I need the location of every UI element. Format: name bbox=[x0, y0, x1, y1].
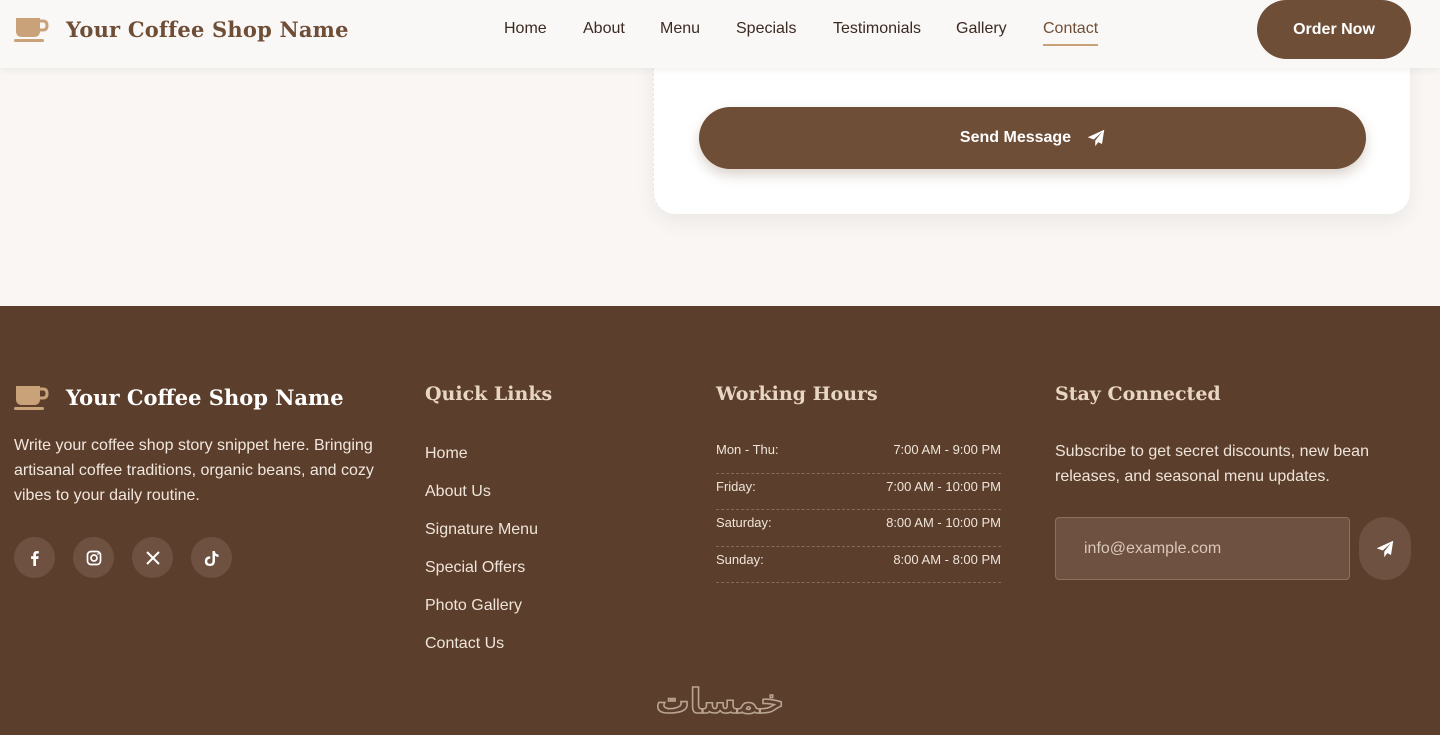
hours-time: 8:00 AM - 10:00 PM bbox=[886, 515, 1001, 530]
footer-link-home[interactable]: Home bbox=[425, 445, 538, 483]
send-message-button[interactable]: Send Message bbox=[699, 107, 1366, 169]
hours-day: Friday: bbox=[716, 478, 756, 494]
facebook-icon bbox=[30, 550, 39, 566]
footer-link-offers[interactable]: Special Offers bbox=[425, 559, 538, 597]
nav-home[interactable]: Home bbox=[504, 19, 547, 39]
site-footer: Your Coffee Shop Name Write your coffee … bbox=[0, 306, 1440, 735]
working-hours-table: Mon - Thu: 7:00 AM - 9:00 PM Friday: 7:0… bbox=[716, 437, 1001, 583]
subscribe-button[interactable] bbox=[1359, 517, 1411, 580]
nav-menu[interactable]: Menu bbox=[660, 19, 700, 39]
hours-row: Saturday: 8:00 AM - 10:00 PM bbox=[716, 510, 1001, 547]
x-icon bbox=[145, 550, 160, 565]
footer-brand-name: Your Coffee Shop Name bbox=[66, 384, 344, 410]
main-nav: Home About Menu Specials Testimonials Ga… bbox=[0, 19, 1440, 49]
nav-about[interactable]: About bbox=[583, 19, 625, 39]
footer-link-gallery[interactable]: Photo Gallery bbox=[425, 597, 538, 635]
paper-plane-icon bbox=[1087, 129, 1105, 147]
order-now-button[interactable]: Order Now bbox=[1257, 0, 1411, 59]
paper-plane-icon bbox=[1376, 540, 1394, 557]
instagram-link[interactable] bbox=[73, 537, 114, 578]
instagram-icon bbox=[86, 550, 101, 565]
hours-day: Sunday: bbox=[716, 551, 764, 567]
hours-row: Sunday: 8:00 AM - 8:00 PM bbox=[716, 547, 1001, 583]
hours-row: Friday: 7:00 AM - 10:00 PM bbox=[716, 474, 1001, 510]
hours-row: Mon - Thu: 7:00 AM - 9:00 PM bbox=[716, 437, 1001, 474]
hours-day: Saturday: bbox=[716, 515, 772, 530]
khamsat-watermark-logo: خمسات bbox=[655, 681, 785, 721]
stay-connected-title: Stay Connected bbox=[1055, 383, 1221, 405]
footer-story: Write your coffee shop story snippet her… bbox=[14, 437, 374, 504]
social-links bbox=[14, 537, 250, 578]
facebook-link[interactable] bbox=[14, 537, 55, 578]
tiktok-link[interactable] bbox=[191, 537, 232, 578]
hours-time: 7:00 AM - 10:00 PM bbox=[886, 478, 1001, 494]
x-link[interactable] bbox=[132, 537, 173, 578]
hours-day: Mon - Thu: bbox=[716, 442, 779, 457]
footer-link-about[interactable]: About Us bbox=[425, 483, 538, 521]
hours-time: 7:00 AM - 9:00 PM bbox=[893, 442, 1001, 457]
footer-brand[interactable]: Your Coffee Shop Name bbox=[14, 383, 344, 411]
newsletter-email-input[interactable]: info@example.com bbox=[1055, 517, 1350, 580]
quick-links-list: Home About Us Signature Menu Special Off… bbox=[425, 445, 538, 673]
nav-testimonials[interactable]: Testimonials bbox=[833, 19, 921, 39]
send-message-label: Send Message bbox=[959, 129, 1072, 146]
footer-link-contact[interactable]: Contact Us bbox=[425, 635, 538, 673]
footer-link-menu[interactable]: Signature Menu bbox=[425, 521, 538, 559]
subscribe-text: Subscribe to get secret discounts, new b… bbox=[1055, 443, 1369, 485]
nav-contact[interactable]: Contact bbox=[1043, 19, 1099, 46]
nav-specials[interactable]: Specials bbox=[736, 19, 796, 39]
quick-links-title: Quick Links bbox=[425, 383, 553, 405]
coffee-cup-icon bbox=[14, 386, 49, 410]
nav-gallery[interactable]: Gallery bbox=[956, 19, 1007, 39]
working-hours-title: Working Hours bbox=[716, 383, 878, 405]
hours-time: 8:00 AM - 8:00 PM bbox=[893, 551, 1001, 567]
svg-text:خمسات: خمسات bbox=[656, 682, 785, 721]
site-header: Your Coffee Shop Name Home About Menu Sp… bbox=[0, 0, 1440, 68]
tiktok-icon bbox=[204, 550, 218, 566]
